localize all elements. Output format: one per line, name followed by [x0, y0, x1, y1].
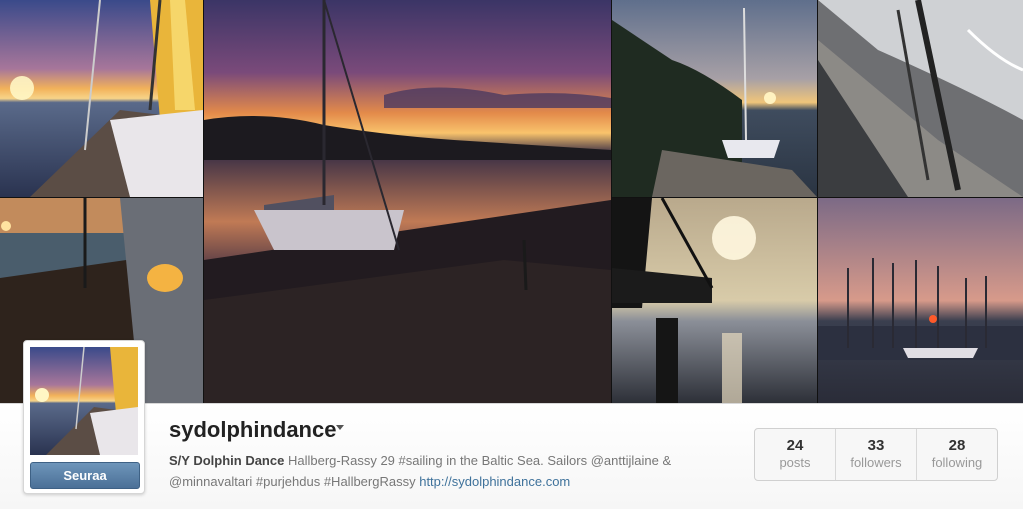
photo-mosaic: [0, 0, 1023, 403]
stat-followers[interactable]: 33 followers: [836, 429, 917, 480]
photo-tile-5[interactable]: [818, 0, 1023, 197]
stat-following-label: following: [931, 455, 983, 470]
avatar-card: Seuraa: [23, 340, 145, 494]
photo-tile-1[interactable]: [0, 0, 203, 197]
username: sydolphindance: [169, 417, 337, 442]
profile-bio: S/Y Dolphin Dance Hallberg-Rassy 29 #sai…: [169, 450, 729, 492]
bio-name: S/Y Dolphin Dance: [169, 453, 285, 468]
stat-following[interactable]: 28 following: [917, 429, 997, 480]
website-link[interactable]: http://sydolphindance.com: [419, 474, 570, 489]
stat-followers-label: followers: [850, 455, 902, 470]
photo-tile-6[interactable]: [612, 198, 817, 403]
photo-tile-4[interactable]: [612, 0, 817, 197]
photo-tile-7[interactable]: [818, 198, 1023, 403]
stats-box: 24 posts 33 followers 28 following: [754, 428, 998, 481]
chevron-down-icon[interactable]: [336, 425, 344, 430]
stat-posts-label: posts: [779, 455, 811, 470]
stat-followers-count: 33: [867, 437, 885, 454]
photo-tile-3[interactable]: [204, 0, 611, 403]
stat-following-count: 28: [948, 437, 966, 454]
follow-button[interactable]: Seuraa: [30, 462, 140, 489]
stat-posts[interactable]: 24 posts: [755, 429, 836, 480]
stat-posts-count: 24: [786, 437, 804, 454]
avatar[interactable]: [30, 347, 138, 455]
